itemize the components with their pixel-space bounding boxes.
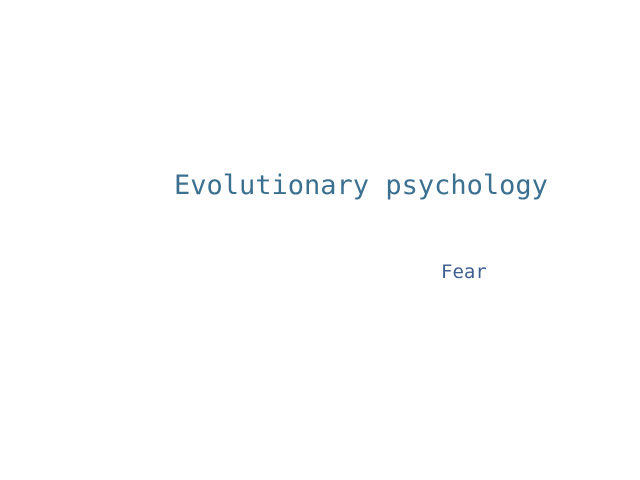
slide-canvas: Evolutionary psychology Fear: [0, 0, 640, 480]
slide-subtitle: Fear: [441, 261, 487, 283]
slide-title: Evolutionary psychology: [174, 170, 548, 201]
